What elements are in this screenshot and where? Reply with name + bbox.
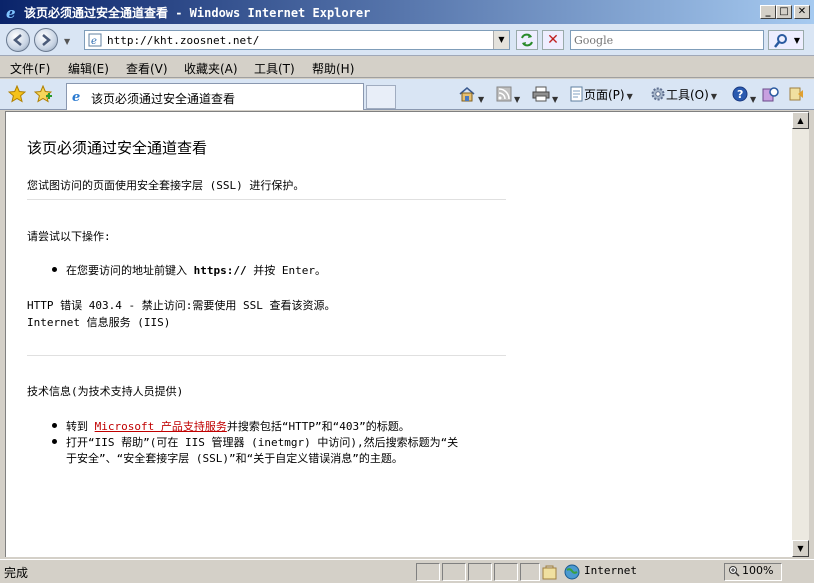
tech-bullet-1: 转到 Microsoft 产品支持服务并搜索包括“HTTP”和“403”的标题。 [66,418,410,434]
menu-file[interactable]: 文件(F) [10,60,50,77]
print-icon [532,86,550,102]
feeds-icon [496,86,512,102]
favorites-star-icon[interactable] [8,85,26,103]
address-toolbar: ▼ e ▼ ✕ ▼ [0,24,814,56]
stop-icon: ✕ [547,32,559,48]
menu-tools[interactable]: 工具(T) [254,60,295,77]
tab-page-icon: e [72,90,80,103]
service-line: Internet 信息服务 (IIS) [27,316,171,329]
try-bullet-pre: 在您要访问的地址前键入 [66,264,194,277]
support-link[interactable]: Microsoft 产品支持服务 [95,420,227,433]
page-content: 该页必须通过安全通道查看 您试图访问的页面使用安全套接字层 (SSL) 进行保护… [5,111,792,557]
address-input[interactable] [107,32,487,48]
try-bullet: 在您要访问的地址前键入 https:// 并按 Enter。 [66,262,326,278]
title-bar: e 该页必须通过安全通道查看 - Windows Internet Explor… [0,0,814,24]
tech-bullet-1-pre: 转到 [66,420,95,433]
stop-button[interactable]: ✕ [542,30,564,50]
add-favorite-icon[interactable] [34,85,52,103]
intro-text: 您试图访问的页面使用安全套接字层 (SSL) 进行保护。 [27,179,305,192]
security-zone[interactable]: Internet [584,564,637,577]
close-button[interactable]: ✕ [794,5,810,19]
refresh-icon [521,33,533,47]
protected-mode-icon[interactable] [542,565,558,581]
svg-text:?: ? [737,88,743,101]
search-icon [774,34,787,48]
bullet-dot [52,267,57,272]
refresh-button[interactable] [516,30,538,50]
forward-arrow-icon [42,34,51,46]
status-pane [442,563,466,581]
search-input[interactable] [571,31,759,49]
divider-1 [27,199,506,200]
back-button[interactable] [6,28,30,52]
try-bullet-https: https:// [193,264,247,277]
scroll-up-button[interactable]: ▲ [792,112,809,129]
search-box[interactable] [570,30,764,50]
vertical-scrollbar[interactable]: ▲ ▼ [792,111,809,557]
status-pane [520,563,540,581]
tech-bullet-2-line1: 打开“IIS 帮助”(可在 IIS 管理器 (inetmgr) 中访问),然后搜… [66,436,459,449]
try-bullet-post: 并按 Enter。 [246,264,326,277]
bullet-dot [52,423,57,428]
scroll-down-button[interactable]: ▼ [792,540,809,557]
page-icon: e [88,33,102,47]
window-title: 该页必须通过安全通道查看 - Windows Internet Explorer [24,6,371,20]
help-icon: ? [732,86,748,102]
svg-text:e: e [91,36,97,47]
forward-button[interactable] [34,28,58,52]
menu-view[interactable]: 查看(V) [126,60,168,77]
maximize-button[interactable]: □ [776,5,792,19]
menu-favorites[interactable]: 收藏夹(A) [184,60,238,77]
page-menu-icon [570,86,583,102]
tab-active[interactable]: e 该页必须通过安全通道查看 [66,83,364,110]
menu-help[interactable]: 帮助(H) [312,60,354,77]
globe-icon [564,564,580,580]
search-options-dropdown-icon[interactable]: ▼ [794,36,800,45]
page-title: 该页必须通过安全通道查看 [27,139,208,157]
zoom-level[interactable]: 100% [742,564,773,577]
tools-menu-button[interactable]: 工具(O) ▼ [650,86,717,104]
page-menu-button[interactable]: 页面(P) ▼ [570,86,633,104]
tab-toolbar: e 该页必须通过安全通道查看 ▼ ▼ ▼ 页面(P) ▼ 工具(O) ▼ ? ▼ [0,79,814,110]
home-icon [459,87,475,102]
toolbar-extend-icon [789,87,803,101]
svg-text:e: e [72,90,80,103]
bullet-dot [52,439,57,444]
print-button[interactable]: ▼ [532,86,558,104]
menu-edit[interactable]: 编辑(E) [68,60,109,77]
status-pane [416,563,440,581]
zoom-icon [729,566,740,577]
error-line: HTTP 错误 403.4 - 禁止访问:需要使用 SSL 查看该资源。 [27,299,336,312]
home-button[interactable]: ▼ [458,86,484,104]
research-button[interactable] [762,86,780,104]
extend-toolbar-button[interactable] [788,86,804,104]
address-dropdown-button[interactable]: ▼ [493,31,509,49]
new-tab-button[interactable] [366,85,396,109]
research-icon [762,87,779,102]
tools-menu-label: 工具(O) [666,88,709,102]
help-button[interactable]: ? ▼ [732,86,756,104]
status-text: 完成 [4,566,29,580]
feeds-button[interactable]: ▼ [496,86,520,104]
divider-2 [27,355,506,356]
address-bar[interactable]: e ▼ [84,30,510,50]
search-button[interactable]: ▼ [768,30,804,50]
gear-icon [651,87,665,101]
status-bar: 完成 Internet 100% [0,559,814,583]
menu-bar: 文件(F) 编辑(E) 查看(V) 收藏夹(A) 工具(T) 帮助(H) [0,57,814,78]
svg-text:e: e [6,4,16,20]
history-dropdown-icon[interactable]: ▼ [64,37,70,46]
try-heading: 请尝试以下操作: [27,230,111,243]
page-menu-label: 页面(P) [584,88,625,102]
tech-heading: 技术信息(为技术支持人员提供) [27,385,184,398]
tech-bullet-2-line2: 于安全”、“安全套接字层 (SSL)”和“关于自定义错误消息”的主题。 [66,452,403,465]
status-pane [468,563,492,581]
ie-logo-icon: e [6,4,16,20]
tech-bullet-1-post: 并搜索包括“HTTP”和“403”的标题。 [226,420,410,433]
minimize-button[interactable]: _ [760,5,776,19]
tab-title: 该页必须通过安全通道查看 [91,92,236,106]
status-pane [494,563,518,581]
back-arrow-icon [13,34,22,46]
